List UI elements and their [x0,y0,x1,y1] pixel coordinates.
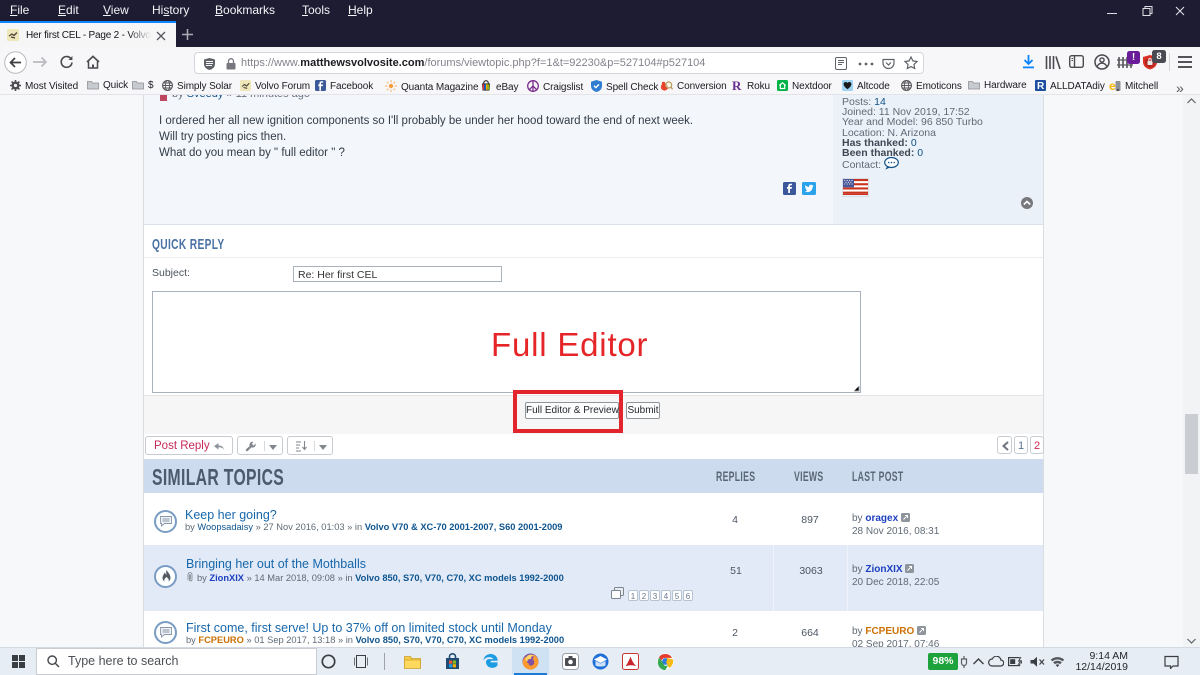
svg-text:e: e [1109,80,1116,91]
svg-text:R: R [732,80,742,91]
svg-text:R: R [1037,81,1045,91]
